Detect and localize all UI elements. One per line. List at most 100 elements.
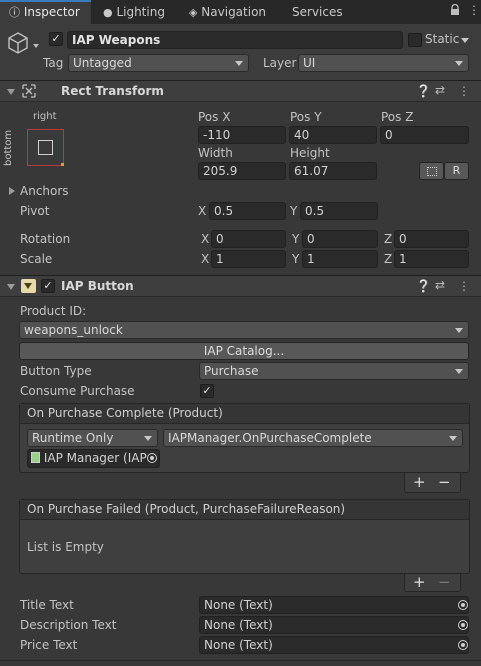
width-field[interactable]: 205.9	[198, 162, 286, 180]
event-object-field[interactable]: IAP Manager (IAP	[27, 449, 160, 468]
on-failed-list-footer: + −	[404, 573, 461, 592]
active-toggle[interactable]: ✓	[49, 32, 63, 46]
rotation-x-field[interactable]: 0	[211, 230, 286, 248]
rotation-z-field[interactable]: 0	[394, 230, 469, 248]
compass-icon: ◈	[189, 6, 198, 19]
pivot-x-field[interactable]: 0.5	[209, 202, 286, 220]
pivot-y-field[interactable]: 0.5	[300, 202, 378, 220]
foldout-arrow-icon[interactable]	[7, 284, 15, 290]
on-purchase-complete-title: On Purchase Complete (Product)	[20, 404, 469, 424]
rect-transform-header[interactable]: Rect Transform ❔ ⇄ ⋮	[0, 80, 481, 102]
height-label: Height	[290, 146, 330, 160]
info-icon: ⓘ	[9, 6, 20, 19]
description-text-field[interactable]: None (Text)	[199, 616, 469, 634]
bottom-divider	[0, 660, 481, 661]
tab-services[interactable]: Services	[292, 0, 343, 24]
runtime-dropdown[interactable]: Runtime Only	[27, 429, 158, 447]
scale-x-axis-label: X	[201, 252, 210, 266]
scale-z-field[interactable]: 1	[394, 250, 469, 268]
static-chevron-icon[interactable]	[461, 38, 469, 43]
anchor-square-icon	[38, 140, 53, 155]
anchor-preset-button[interactable]	[27, 129, 64, 166]
tab-inspector-label: Inspector	[23, 5, 80, 19]
anchors-foldout-icon[interactable]	[9, 187, 15, 195]
price-text-label: Price Text	[20, 638, 78, 652]
foldout-arrow-icon[interactable]	[7, 89, 15, 95]
pos-z-label: Pos Z	[381, 110, 414, 124]
script-icon	[21, 279, 36, 293]
more-options-icon[interactable]: ⋮	[458, 279, 470, 293]
scale-y-axis-label: Y	[292, 252, 300, 266]
rotation-y-field[interactable]: 0	[302, 230, 378, 248]
iap-button-title: IAP Button	[61, 279, 134, 293]
object-picker-icon[interactable]	[458, 600, 468, 610]
iap-button-header[interactable]: ✓ IAP Button ❔ ⇄ ⋮	[0, 275, 481, 297]
gameobject-name-field[interactable]: IAP Weapons	[67, 31, 403, 49]
anchor-vertical-label: bottom	[3, 129, 14, 166]
object-picker-icon[interactable]	[147, 453, 157, 463]
tab-navigation[interactable]: ◈ Navigation	[189, 0, 266, 24]
gameobject-header: ✓ IAP Weapons Static Tag Untagged Layer …	[0, 24, 481, 80]
tab-lighting[interactable]: ● Lighting	[103, 0, 165, 24]
more-options-icon[interactable]: ⋮	[458, 84, 470, 98]
pos-x-field[interactable]: -110	[198, 126, 286, 144]
remove-event-button[interactable]: −	[438, 473, 451, 491]
list-empty-text: List is Empty	[27, 540, 104, 554]
pivot-label: Pivot	[20, 204, 50, 218]
price-text-value: None (Text)	[204, 638, 273, 652]
object-picker-icon[interactable]	[458, 640, 468, 650]
button-type-dropdown[interactable]: Purchase	[199, 362, 469, 380]
raw-edit-button[interactable]: R	[444, 162, 469, 180]
pivot-y-axis-label: Y	[290, 204, 298, 218]
scale-y-field[interactable]: 1	[302, 250, 378, 268]
chevron-down-icon	[455, 328, 463, 333]
product-id-label: Product ID:	[20, 304, 87, 318]
preset-icon[interactable]: ⇄	[435, 83, 445, 97]
tab-inspector[interactable]: ⓘ Inspector	[0, 0, 91, 24]
lock-icon[interactable]	[450, 3, 460, 16]
rect-transform-icon	[22, 84, 36, 101]
iap-catalog-button[interactable]: IAP Catalog...	[19, 342, 469, 360]
title-text-field[interactable]: None (Text)	[199, 596, 469, 614]
iap-button-enabled-toggle[interactable]: ✓	[41, 279, 55, 293]
price-text-field[interactable]: None (Text)	[199, 636, 469, 654]
function-value: IAPManager.OnPurchaseComplete	[168, 431, 372, 445]
runtime-value: Runtime Only	[32, 431, 114, 445]
chevron-down-icon[interactable]	[33, 44, 39, 48]
rotation-label: Rotation	[20, 232, 71, 246]
on-purchase-complete-panel: On Purchase Complete (Product) Runtime O…	[19, 403, 470, 473]
description-text-label: Description Text	[20, 618, 117, 632]
pos-y-field[interactable]: 40	[289, 126, 377, 144]
scale-label: Scale	[20, 252, 53, 266]
more-options-icon[interactable]: ⋮	[468, 4, 480, 16]
remove-event-button[interactable]: −	[438, 573, 451, 591]
rotation-y-axis-label: Y	[292, 232, 300, 246]
object-picker-icon[interactable]	[458, 620, 468, 630]
function-dropdown[interactable]: IAPManager.OnPurchaseComplete	[163, 429, 463, 447]
on-complete-list-footer: + −	[404, 473, 461, 493]
rotation-x-axis-label: X	[201, 232, 210, 246]
preset-icon[interactable]: ⇄	[435, 278, 445, 292]
layer-value: UI	[303, 56, 316, 70]
tag-dropdown[interactable]: Untagged	[68, 54, 249, 72]
tab-lighting-label: Lighting	[116, 5, 165, 19]
static-label[interactable]: Static	[425, 32, 459, 46]
layer-label: Layer	[263, 56, 297, 70]
height-field[interactable]: 61.07	[289, 162, 377, 180]
static-toggle[interactable]	[408, 33, 422, 47]
pos-z-field[interactable]: 0	[380, 126, 469, 144]
help-icon[interactable]: ❔	[416, 84, 431, 98]
blueprint-mode-button[interactable]	[419, 162, 444, 180]
product-id-dropdown[interactable]: weapons_unlock	[19, 321, 469, 339]
help-icon[interactable]: ❔	[416, 279, 431, 293]
add-event-button[interactable]: +	[413, 473, 426, 491]
on-purchase-failed-title: On Purchase Failed (Product, PurchaseFai…	[20, 500, 469, 520]
chevron-down-icon	[455, 369, 463, 374]
add-event-button[interactable]: +	[413, 573, 426, 591]
layer-dropdown[interactable]: UI	[298, 54, 469, 72]
dotted-square-icon	[427, 167, 437, 176]
event-object-value: IAP Manager (IAP	[43, 451, 147, 465]
scale-x-field[interactable]: 1	[211, 250, 286, 268]
consume-purchase-checkbox[interactable]: ✓	[200, 384, 214, 398]
anchors-label[interactable]: Anchors	[20, 184, 69, 198]
